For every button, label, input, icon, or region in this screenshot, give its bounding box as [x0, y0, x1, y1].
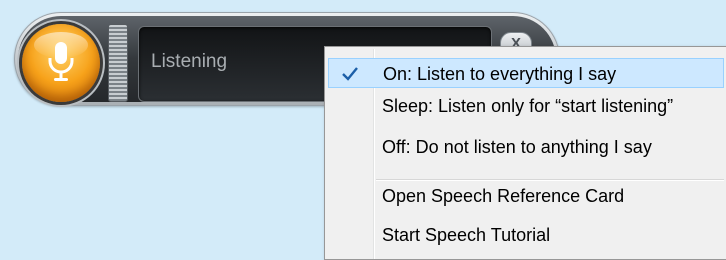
- microphone-button[interactable]: [22, 24, 100, 102]
- checkmark-icon: [342, 67, 358, 81]
- menu-item-on[interactable]: On: Listen to everything I say: [328, 58, 724, 88]
- menu-item-label: Sleep: Listen only for “start listening”: [382, 96, 674, 116]
- menu-item-sleep[interactable]: Sleep: Listen only for “start listening”: [328, 91, 724, 121]
- status-text: Listening: [151, 51, 228, 72]
- volume-meter: [108, 24, 128, 102]
- menu-item-reference-card[interactable]: Open Speech Reference Card: [328, 181, 724, 211]
- menu-item-speech-tutorial[interactable]: Start Speech Tutorial: [328, 220, 724, 250]
- menu-item-off[interactable]: Off: Do not listen to anything I say: [328, 132, 724, 162]
- menu-item-label: Start Speech Tutorial: [382, 225, 551, 245]
- microphone-icon: [48, 42, 74, 81]
- menu-item-label: On: Listen to everything I say: [383, 64, 617, 84]
- context-menu: On: Listen to everything I say Sleep: Li…: [324, 46, 726, 260]
- menu-item-label: Off: Do not listen to anything I say: [382, 137, 652, 157]
- menu-item-label: Open Speech Reference Card: [382, 186, 625, 206]
